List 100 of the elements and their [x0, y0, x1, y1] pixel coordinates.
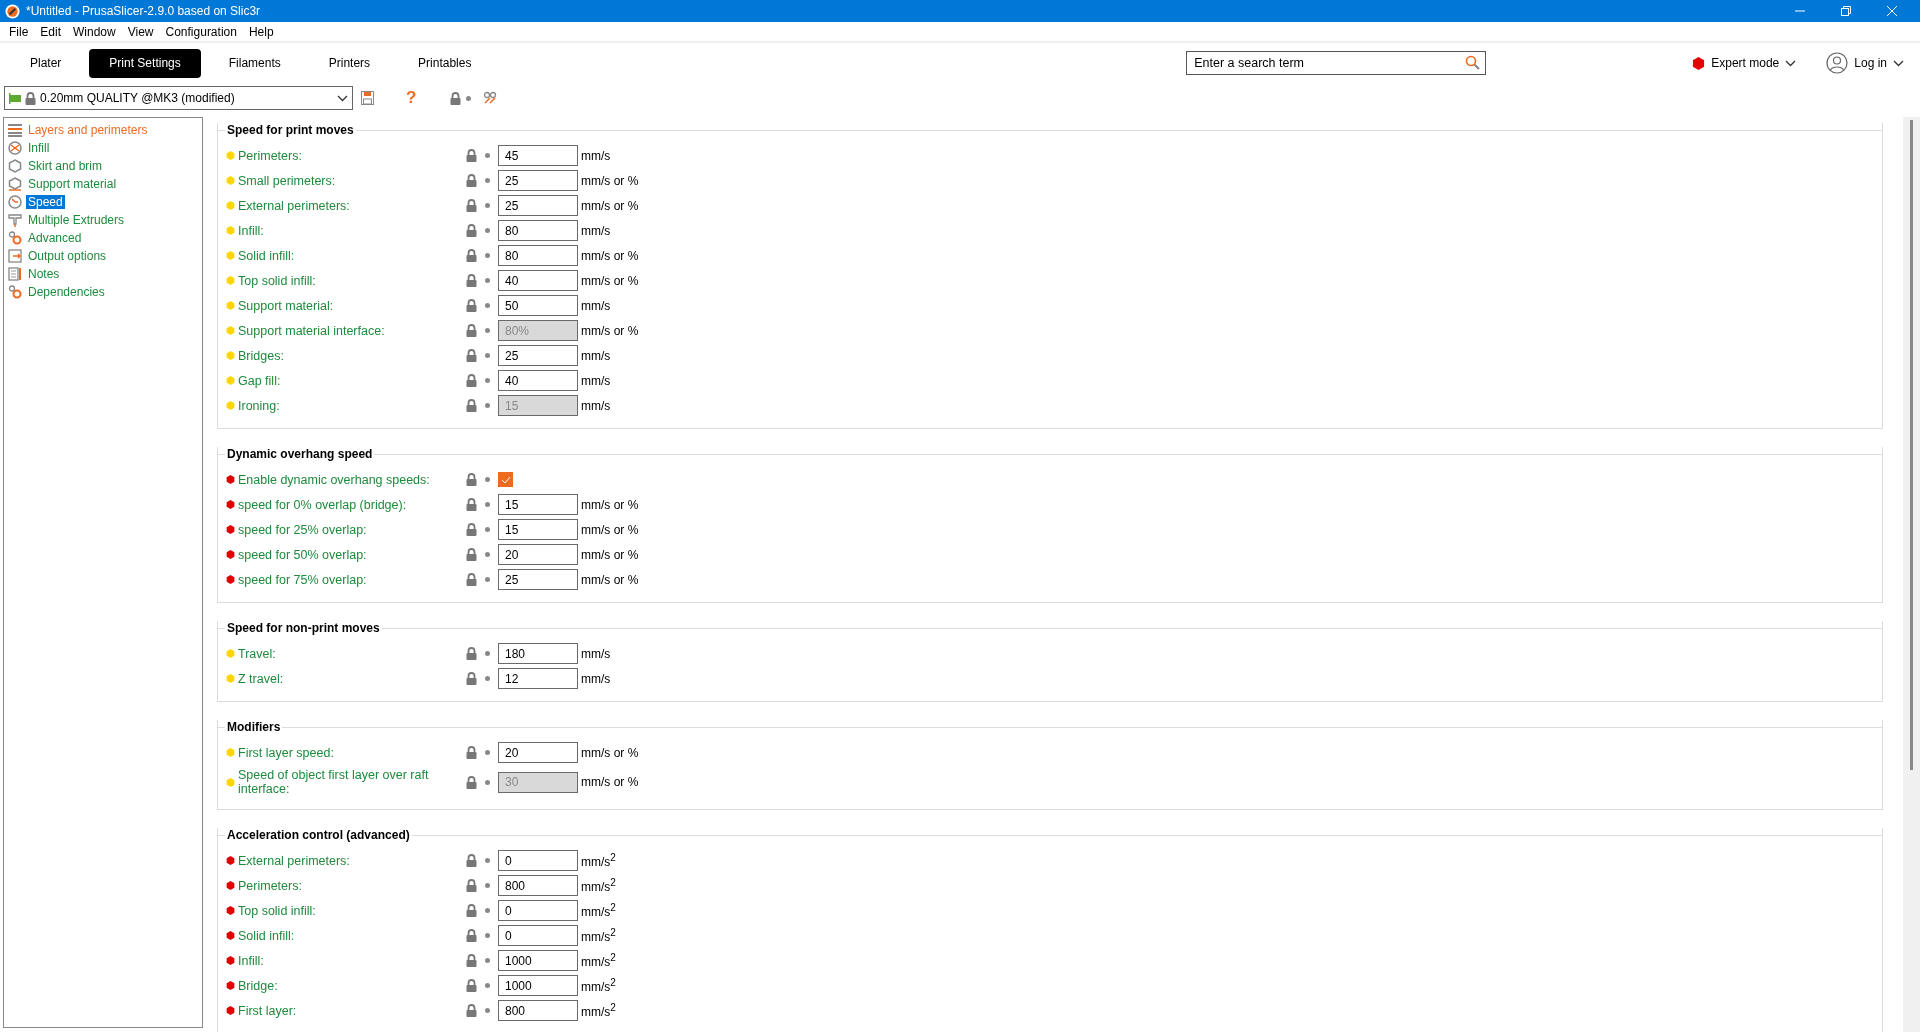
layers-icon	[8, 123, 22, 137]
value-field[interactable]: 0	[498, 900, 578, 921]
value-field[interactable]: 80	[498, 220, 578, 241]
value-field[interactable]: 25	[498, 195, 578, 216]
lock-icon[interactable]	[466, 746, 477, 759]
tab[interactable]: Printables	[398, 48, 492, 78]
lock-icon[interactable]	[25, 91, 36, 105]
lock-icon[interactable]	[466, 249, 477, 262]
value-field[interactable]: 25	[498, 345, 578, 366]
value-field[interactable]: 20	[498, 544, 578, 565]
menu-item[interactable]: View	[121, 24, 160, 39]
dot-icon	[485, 502, 490, 507]
lock-icon[interactable]	[450, 91, 462, 105]
unit-label: mm/s	[581, 671, 611, 686]
tab[interactable]: Plater	[10, 48, 82, 78]
search-field[interactable]: Enter a search term	[1186, 51, 1487, 75]
value-field[interactable]: 15	[498, 519, 578, 540]
close-icon[interactable]	[1887, 6, 1897, 16]
lock-icon[interactable]	[466, 399, 477, 412]
menu-item[interactable]: File	[3, 24, 35, 39]
lock-icon[interactable]	[466, 1004, 477, 1017]
lock-icon[interactable]	[466, 672, 477, 685]
lock-icon[interactable]	[466, 647, 477, 660]
value-field[interactable]: 800	[498, 875, 578, 896]
scrollbar[interactable]	[1903, 117, 1920, 1032]
dot-icon	[485, 883, 490, 888]
compare-icon[interactable]	[483, 91, 498, 105]
value-field[interactable]: 800	[498, 1000, 578, 1021]
lock-icon[interactable]	[466, 573, 477, 586]
lock-icon[interactable]	[466, 904, 477, 917]
lock-icon[interactable]	[466, 149, 477, 162]
lock-icon[interactable]	[466, 498, 477, 511]
value-field[interactable]: 45	[498, 145, 578, 166]
value-field[interactable]: 180	[498, 643, 578, 664]
menu-item[interactable]: Edit	[34, 24, 68, 39]
dot-icon	[485, 153, 490, 158]
value-field[interactable]: 20	[498, 742, 578, 763]
clock-icon	[8, 195, 22, 209]
tab[interactable]: Printers	[308, 48, 391, 78]
value-field[interactable]: 15	[498, 494, 578, 515]
sidebar-item[interactable]: Advanced	[26, 231, 84, 245]
unit-label: mm/s or %	[581, 572, 639, 587]
dot-icon	[485, 527, 490, 532]
lock-icon[interactable]	[466, 174, 477, 187]
value-field[interactable]: 0	[498, 850, 578, 871]
lock-icon[interactable]	[466, 979, 477, 992]
lock-icon[interactable]	[466, 879, 477, 892]
setting-label: Top solid infill:	[237, 273, 317, 288]
unit-label: mm/s or %	[581, 198, 639, 213]
lock-icon[interactable]	[466, 349, 477, 362]
value-field[interactable]: 25	[498, 569, 578, 590]
lock-icon[interactable]	[466, 324, 477, 337]
search-icon[interactable]	[1465, 55, 1481, 70]
value-field[interactable]: 0	[498, 925, 578, 946]
sidebar-item[interactable]: Output options	[26, 249, 109, 263]
sidebar-item[interactable]: Skirt and brim	[26, 159, 105, 173]
lock-icon[interactable]	[466, 929, 477, 942]
menu-item[interactable]: Window	[67, 24, 122, 39]
lock-icon[interactable]	[466, 523, 477, 536]
sidebar-item[interactable]: Infill	[26, 141, 52, 155]
login-dropdown[interactable]: Log in	[1820, 51, 1910, 75]
lock-icon[interactable]	[466, 473, 477, 486]
lock-icon[interactable]	[466, 775, 477, 789]
value-field[interactable]: 25	[498, 170, 578, 191]
value-field[interactable]: 12	[498, 668, 578, 689]
tab[interactable]: Print Settings	[89, 48, 201, 78]
lock-icon[interactable]	[466, 854, 477, 867]
value-field[interactable]: 80	[498, 245, 578, 266]
sidebar-item[interactable]: Support material	[26, 177, 119, 191]
lock-icon[interactable]	[466, 224, 477, 237]
preset-dropdown[interactable]: 0.20mm QUALITY @MK3 (modified)	[4, 86, 353, 110]
lock-icon[interactable]	[466, 374, 477, 387]
setting-label: Support material interface:	[237, 323, 386, 338]
dot-icon	[485, 1008, 490, 1013]
lock-icon[interactable]	[466, 274, 477, 287]
tab[interactable]: Filaments	[208, 48, 301, 78]
sidebar-item[interactable]: Multiple Extruders	[26, 213, 127, 227]
dot-icon	[466, 95, 472, 101]
menu-item[interactable]: Help	[242, 24, 280, 39]
value-field[interactable]: 40	[498, 270, 578, 291]
lock-icon[interactable]	[466, 548, 477, 561]
dot-icon	[485, 353, 490, 358]
menu-item[interactable]: Configuration	[159, 24, 243, 39]
sidebar-item[interactable]: Speed	[26, 195, 65, 209]
chevron-icon	[1893, 59, 1904, 67]
restore-icon[interactable]	[1841, 6, 1851, 16]
save-icon[interactable]	[361, 91, 374, 105]
sidebar-item[interactable]: Notes	[26, 267, 62, 281]
sidebar-item[interactable]: Dependencies	[26, 285, 107, 299]
lock-icon[interactable]	[466, 199, 477, 212]
setting-label: Perimeters:	[237, 148, 303, 163]
lock-icon[interactable]	[466, 954, 477, 967]
value-field[interactable]: 1000	[498, 975, 578, 996]
lock-icon[interactable]	[466, 299, 477, 312]
mode-dropdown[interactable]: Expert mode	[1686, 55, 1803, 71]
checkbox[interactable]	[498, 472, 513, 487]
value-field[interactable]: 50	[498, 295, 578, 316]
value-field[interactable]: 1000	[498, 950, 578, 971]
value-field[interactable]: 40	[498, 370, 578, 391]
setting-label: Bridges:	[237, 348, 285, 363]
